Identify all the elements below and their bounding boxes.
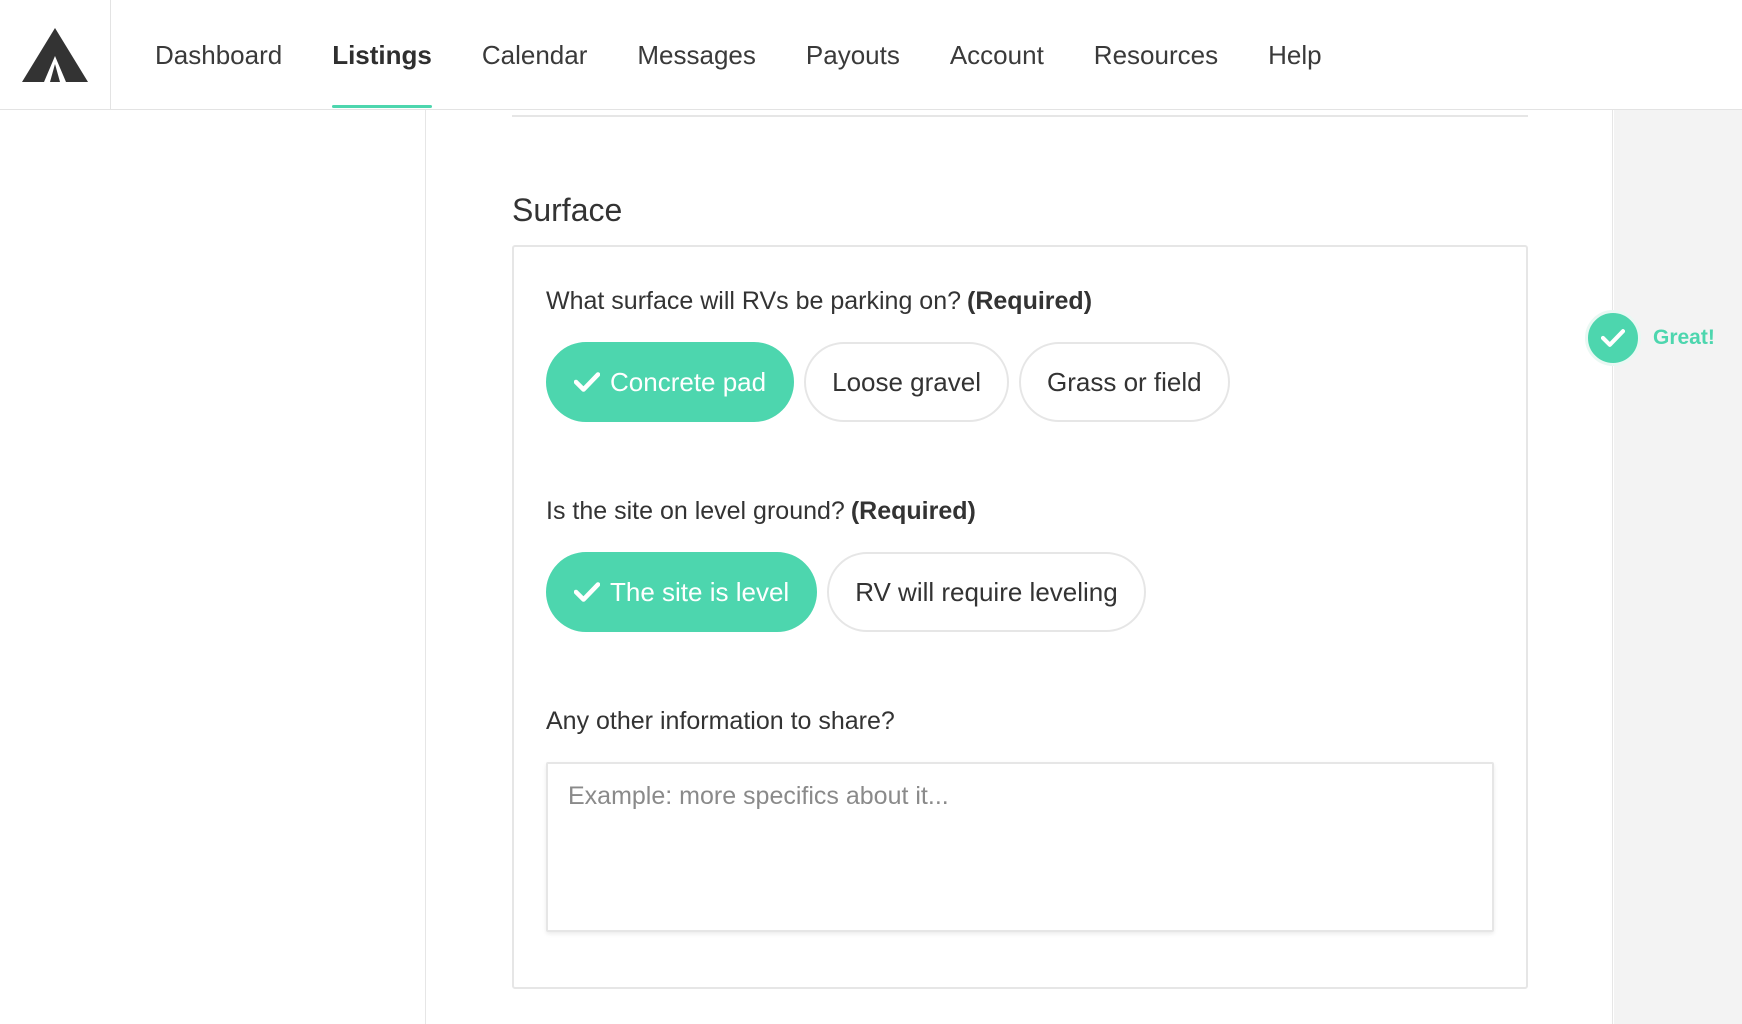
section-title: Surface xyxy=(512,192,623,228)
nav-resources[interactable]: Resources xyxy=(1069,0,1243,110)
left-gap xyxy=(0,110,425,1024)
nav-calendar[interactable]: Calendar xyxy=(457,0,613,110)
status-label: Great! xyxy=(1653,326,1715,349)
other-info-question-text: Any other information to share? xyxy=(546,707,895,735)
required-label: (Required) xyxy=(967,287,1093,315)
option-requires-leveling[interactable]: RV will require leveling xyxy=(827,552,1146,632)
nav-messages[interactable]: Messages xyxy=(612,0,781,110)
tent-logo-icon xyxy=(22,28,88,82)
main-content: Surface What surface will RVs be parking… xyxy=(425,110,1613,1024)
option-label: Grass or field xyxy=(1047,366,1202,397)
level-question: Is the site on level ground? (Required) xyxy=(546,497,976,526)
option-label: The site is level xyxy=(610,576,790,607)
surface-question: What surface will RVs be parking on? (Req… xyxy=(546,287,1092,316)
option-label: Concrete pad xyxy=(610,366,767,397)
top-navigation-bar: Dashboard Listings Calendar Messages Pay… xyxy=(0,0,1742,110)
nav-help[interactable]: Help xyxy=(1243,0,1346,110)
nav-account[interactable]: Account xyxy=(925,0,1069,110)
option-site-is-level[interactable]: The site is level xyxy=(546,552,818,632)
level-options: The site is level RV will require leveli… xyxy=(546,552,1146,632)
surface-card: What surface will RVs be parking on? (Req… xyxy=(512,245,1528,989)
other-info-question: Any other information to share? xyxy=(546,707,895,736)
section-divider xyxy=(512,115,1528,117)
level-question-text: Is the site on level ground? xyxy=(546,497,845,525)
nav-listings[interactable]: Listings xyxy=(307,0,457,110)
required-label: (Required) xyxy=(850,497,976,525)
option-loose-gravel[interactable]: Loose gravel xyxy=(804,342,1009,422)
nav-dashboard[interactable]: Dashboard xyxy=(130,0,307,110)
surface-options: Concrete pad Loose gravel Grass or field xyxy=(546,342,1230,422)
surface-question-text: What surface will RVs be parking on? xyxy=(546,287,962,315)
check-icon xyxy=(574,581,600,603)
check-icon xyxy=(574,371,600,393)
option-label: RV will require leveling xyxy=(855,576,1118,607)
check-icon xyxy=(1585,310,1641,366)
option-label: Loose gravel xyxy=(832,366,981,397)
validation-status: Great! xyxy=(1585,310,1715,366)
right-gutter xyxy=(1614,110,1742,1024)
logo[interactable] xyxy=(0,0,111,110)
option-concrete-pad[interactable]: Concrete pad xyxy=(546,342,795,422)
nav-payouts[interactable]: Payouts xyxy=(781,0,925,110)
main-nav: Dashboard Listings Calendar Messages Pay… xyxy=(130,0,1347,110)
other-info-textarea[interactable] xyxy=(546,762,1494,932)
option-grass-or-field[interactable]: Grass or field xyxy=(1019,342,1230,422)
